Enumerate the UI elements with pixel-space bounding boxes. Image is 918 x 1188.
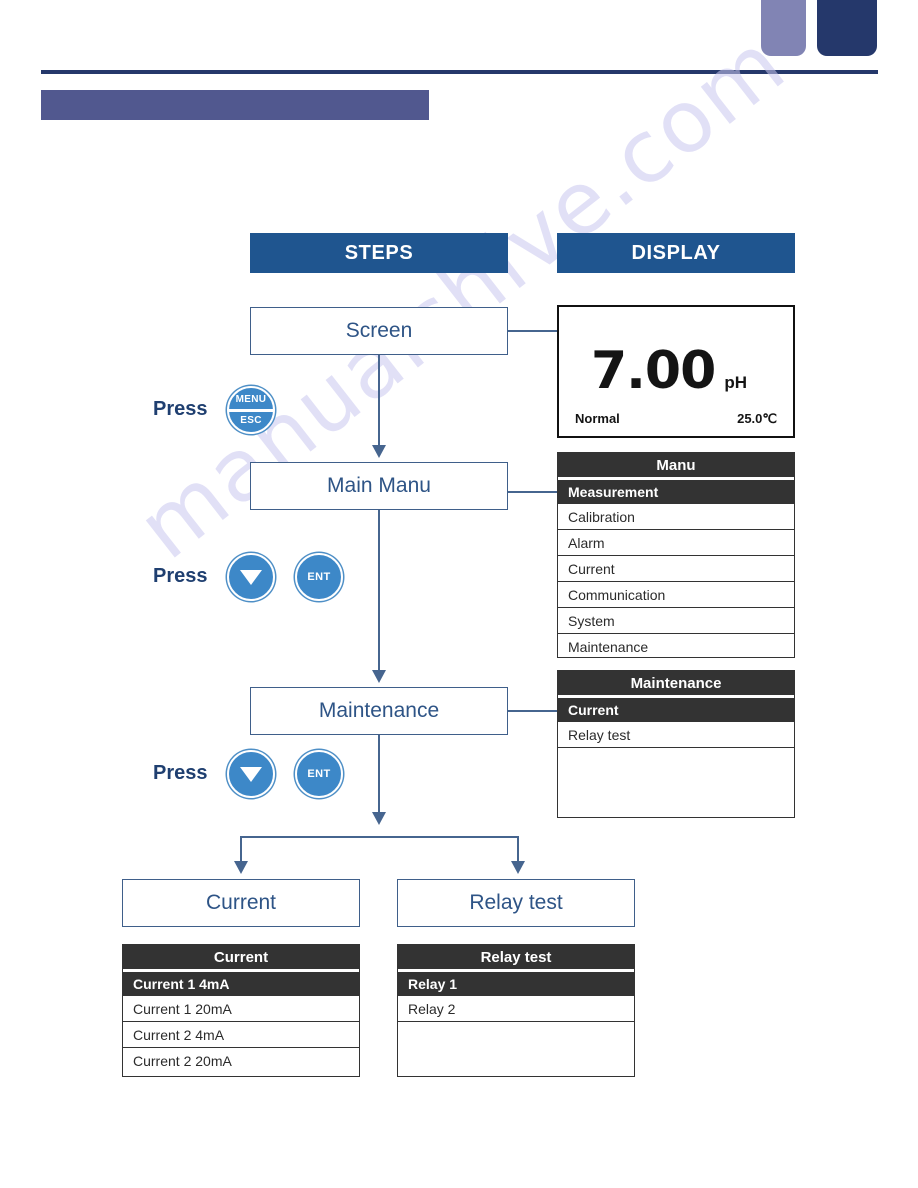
list-item-label: Communication bbox=[568, 586, 666, 603]
list-item-label: Relay 1 bbox=[408, 975, 458, 992]
lcd-current-title: Current bbox=[123, 945, 359, 969]
list-item-label: Current 2 20mA bbox=[133, 1052, 232, 1069]
enter-button-1[interactable]: ENT bbox=[295, 553, 343, 601]
menu-esc-button[interactable]: MENU ESC bbox=[227, 386, 275, 434]
enter-button-label: ENT bbox=[307, 768, 331, 780]
flow-box-screen[interactable]: Screen bbox=[250, 307, 508, 355]
list-empty-area bbox=[398, 1021, 634, 1076]
temperature-text: 25.0℃ bbox=[737, 411, 777, 426]
down-arrow-button-2[interactable] bbox=[227, 750, 275, 798]
list-item[interactable]: Communication bbox=[558, 581, 794, 607]
list-item-label: System bbox=[568, 612, 615, 629]
list-item[interactable]: Alarm bbox=[558, 529, 794, 555]
list-item[interactable]: Calibration bbox=[558, 503, 794, 529]
flow-box-main-manu[interactable]: Main Manu bbox=[250, 462, 508, 510]
flow-box-current[interactable]: Current bbox=[122, 879, 360, 927]
connector-maintenance-to-lcd bbox=[508, 710, 557, 712]
menu-esc-divider bbox=[229, 408, 273, 412]
connector-screen-to-mainmanu bbox=[378, 355, 380, 447]
enter-button-label: ENT bbox=[307, 571, 331, 583]
section-title-band bbox=[41, 90, 429, 120]
esc-button-label: ESC bbox=[240, 414, 262, 426]
arrow-screen-to-mainmanu bbox=[372, 445, 386, 458]
arrow-mainmanu-to-maintenance bbox=[372, 670, 386, 683]
list-item-label: Current bbox=[568, 701, 619, 718]
lcd-manu-title: Manu bbox=[558, 453, 794, 477]
connector-mainmanu-to-lcd bbox=[508, 491, 557, 493]
lcd-maintenance-panel: Maintenance Current Relay test bbox=[557, 670, 795, 818]
list-item-label: Current 1 20mA bbox=[133, 1000, 232, 1017]
list-item[interactable]: Current bbox=[558, 555, 794, 581]
measurement-reading: 7.00 pH bbox=[559, 345, 779, 397]
lcd-relay-test-title: Relay test bbox=[398, 945, 634, 969]
connector-branch-right bbox=[517, 836, 519, 864]
list-item-label: Maintenance bbox=[568, 638, 649, 655]
list-item[interactable]: Relay 1 bbox=[398, 969, 634, 995]
ph-unit: pH bbox=[724, 373, 747, 392]
arrow-branch-right bbox=[511, 861, 525, 874]
press-label-3: Press bbox=[153, 762, 208, 784]
list-item-label: Current bbox=[568, 560, 615, 577]
list-empty-area bbox=[558, 747, 794, 817]
arrow-branch-left bbox=[234, 861, 248, 874]
enter-button-2[interactable]: ENT bbox=[295, 750, 343, 798]
lcd-relay-test-panel: Relay test Relay 1 Relay 2 bbox=[397, 944, 635, 1077]
column-header-display: DISPLAY bbox=[557, 233, 795, 273]
chevron-down-icon bbox=[240, 569, 262, 585]
flow-box-relay-test[interactable]: Relay test bbox=[397, 879, 635, 927]
measurement-footer: Normal 25.0℃ bbox=[575, 411, 777, 427]
page-tab-navy bbox=[817, 0, 877, 56]
connector-branch-bar bbox=[240, 836, 519, 838]
list-item-label: Current 1 4mA bbox=[133, 975, 230, 992]
list-item[interactable]: Relay test bbox=[558, 721, 794, 747]
arrow-maintenance-down bbox=[372, 812, 386, 825]
status-text: Normal bbox=[575, 411, 620, 426]
column-header-steps: STEPS bbox=[250, 233, 508, 273]
list-item-label: Relay 2 bbox=[408, 1000, 456, 1017]
connector-mainmanu-to-maintenance bbox=[378, 510, 380, 672]
menu-button-label: MENU bbox=[235, 393, 267, 405]
list-item[interactable]: System bbox=[558, 607, 794, 633]
list-item-label: Calibration bbox=[568, 508, 635, 525]
press-label-2: Press bbox=[153, 565, 208, 587]
flow-box-maintenance[interactable]: Maintenance bbox=[250, 687, 508, 735]
list-item[interactable]: Measurement bbox=[558, 477, 794, 503]
list-item[interactable]: Current bbox=[558, 695, 794, 721]
connector-maintenance-down bbox=[378, 735, 380, 815]
connector-screen-to-lcd bbox=[508, 330, 557, 332]
lcd-manu-panel: Manu Measurement Calibration Alarm Curre… bbox=[557, 452, 795, 658]
down-arrow-button-1[interactable] bbox=[227, 553, 275, 601]
list-item[interactable]: Relay 2 bbox=[398, 995, 634, 1021]
chevron-down-icon bbox=[240, 766, 262, 782]
list-item[interactable]: Current 2 4mA bbox=[123, 1021, 359, 1047]
list-item-label: Measurement bbox=[568, 483, 659, 500]
lcd-maintenance-title: Maintenance bbox=[558, 671, 794, 695]
lcd-measurement-screen: 7.00 pH Normal 25.0℃ bbox=[557, 305, 795, 438]
list-item[interactable]: Current 1 4mA bbox=[123, 969, 359, 995]
press-label-1: Press bbox=[153, 398, 208, 420]
connector-branch-left bbox=[240, 836, 242, 864]
ph-value: 7.00 bbox=[591, 341, 716, 401]
list-item[interactable]: Current 2 20mA bbox=[123, 1047, 359, 1073]
header-rule bbox=[41, 70, 878, 74]
list-item[interactable]: Current 1 20mA bbox=[123, 995, 359, 1021]
list-item-label: Alarm bbox=[568, 534, 605, 551]
list-item[interactable]: Maintenance bbox=[558, 633, 794, 659]
lcd-current-panel: Current Current 1 4mA Current 1 20mA Cur… bbox=[122, 944, 360, 1077]
list-item-label: Relay test bbox=[568, 726, 631, 743]
page-tab-lavender bbox=[761, 0, 806, 56]
page-root: manualshive.com STEPS DISPLAY Screen Mai… bbox=[0, 0, 918, 1188]
list-item-label: Current 2 4mA bbox=[133, 1026, 225, 1043]
